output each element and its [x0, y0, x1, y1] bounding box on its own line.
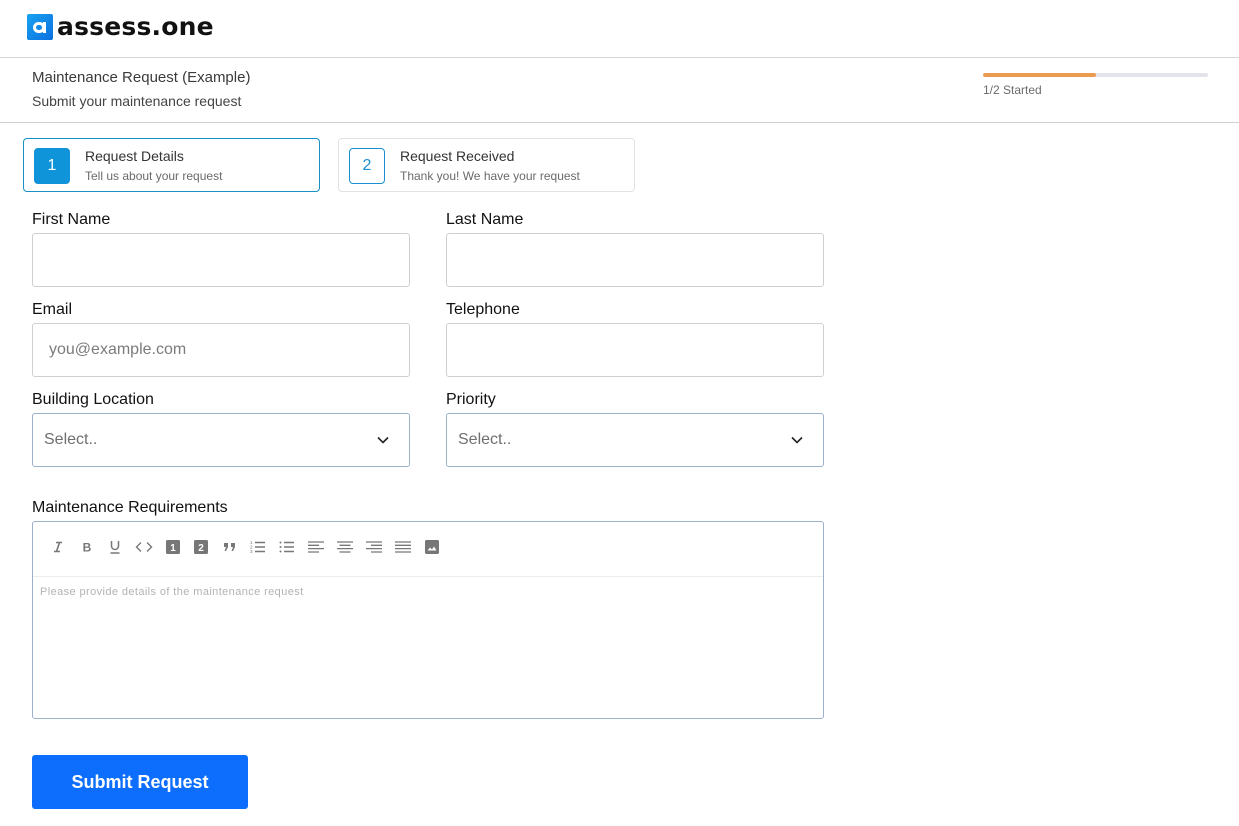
progress-label: 1/2 Started: [983, 83, 1042, 97]
align-center-icon[interactable]: [335, 539, 355, 555]
svg-text:1: 1: [170, 543, 176, 554]
progress-bar: [983, 73, 1208, 77]
step-request-details[interactable]: 1 Request Details Tell us about your req…: [23, 138, 320, 192]
step-title: Request Received: [400, 148, 515, 164]
form-header: Maintenance Request (Example) Submit you…: [0, 58, 1239, 123]
svg-text:2: 2: [198, 543, 204, 554]
form-title: Maintenance Request (Example): [32, 69, 251, 86]
align-right-icon[interactable]: [364, 539, 384, 555]
last-name-label: Last Name: [446, 211, 524, 228]
heading-2-icon[interactable]: 2: [191, 539, 211, 555]
building-location-value: Select..: [44, 431, 98, 448]
maintenance-requirements-label: Maintenance Requirements: [32, 499, 228, 516]
submit-request-button[interactable]: Submit Request: [32, 755, 248, 809]
last-name-field: [446, 233, 824, 287]
svg-text:3: 3: [250, 549, 253, 554]
brand-logo[interactable]: assess.one: [27, 14, 214, 40]
email-input[interactable]: [33, 324, 409, 376]
align-justify-icon[interactable]: [393, 539, 413, 555]
telephone-label: Telephone: [446, 301, 520, 318]
chevron-down-icon: [791, 436, 803, 444]
step-title: Request Details: [85, 148, 184, 164]
blockquote-icon[interactable]: [220, 539, 240, 555]
align-left-icon[interactable]: [306, 539, 326, 555]
email-label: Email: [32, 301, 73, 318]
code-icon[interactable]: [134, 539, 154, 555]
email-field: [32, 323, 410, 377]
priority-value: Select..: [458, 431, 512, 448]
underline-icon[interactable]: [105, 539, 125, 555]
svg-text:B: B: [83, 541, 92, 553]
building-location-label: Building Location: [32, 391, 154, 408]
first-name-field: [32, 233, 410, 287]
top-bar: assess.one: [0, 0, 1239, 58]
telephone-input[interactable]: [447, 324, 823, 376]
progress-bar-fill: [983, 73, 1096, 77]
priority-select[interactable]: Select..: [446, 413, 824, 467]
ordered-list-icon[interactable]: 123: [248, 539, 268, 555]
assess-one-logo-icon: [27, 14, 53, 40]
step-number: 2: [349, 148, 385, 184]
brand-name: assess.one: [57, 12, 214, 41]
step-request-received[interactable]: 2 Request Received Thank you! We have yo…: [338, 138, 635, 192]
step-number: 1: [34, 148, 70, 184]
form-subtitle: Submit your maintenance request: [32, 93, 242, 109]
step-description: Tell us about your request: [85, 169, 223, 183]
first-name-input[interactable]: [33, 234, 409, 286]
image-icon[interactable]: [422, 539, 442, 555]
chevron-down-icon: [377, 436, 389, 444]
editor-toolbar: B 1 2 123: [33, 522, 823, 577]
editor-placeholder: Please provide details of the maintenanc…: [40, 586, 304, 598]
step-description: Thank you! We have your request: [400, 169, 580, 183]
building-location-select[interactable]: Select..: [32, 413, 410, 467]
bold-icon[interactable]: B: [77, 539, 97, 555]
heading-1-icon[interactable]: 1: [163, 539, 183, 555]
first-name-label: First Name: [32, 211, 111, 228]
priority-label: Priority: [446, 391, 496, 408]
italic-icon[interactable]: [48, 539, 68, 555]
unordered-list-icon[interactable]: [277, 539, 297, 555]
last-name-input[interactable]: [447, 234, 823, 286]
maintenance-requirements-editor[interactable]: B 1 2 123 Please provide details of the …: [32, 521, 824, 719]
telephone-field: [446, 323, 824, 377]
